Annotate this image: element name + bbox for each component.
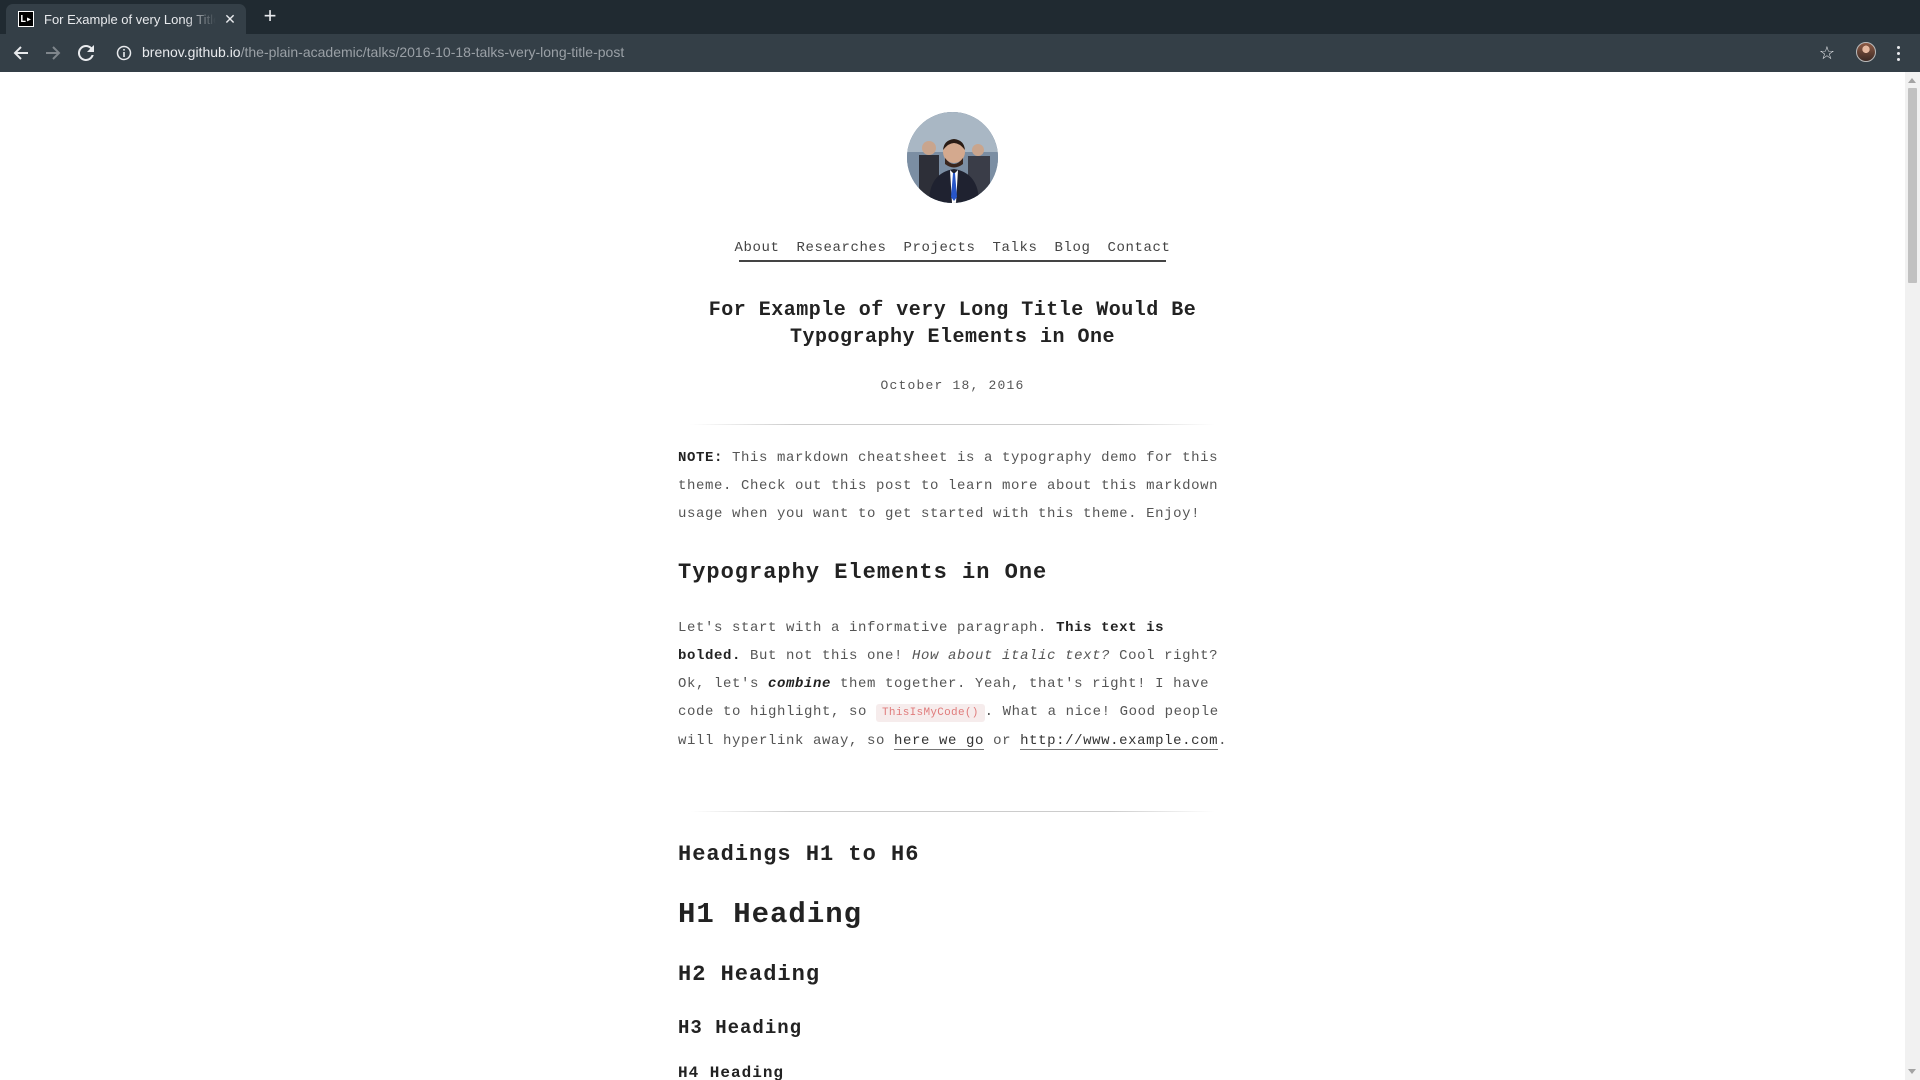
back-arrow-icon bbox=[13, 46, 28, 60]
nav-link-talks[interactable]: Talks bbox=[993, 240, 1038, 260]
p1-italic-text: How about italic text? bbox=[912, 648, 1111, 664]
p1-bold-italic-text: combine bbox=[768, 676, 832, 692]
link-here-we-go[interactable]: here we go bbox=[894, 733, 985, 750]
intro-paragraph: Let's start with a informative paragraph… bbox=[678, 614, 1228, 755]
h4-heading: H4 Heading bbox=[678, 1064, 785, 1080]
nav-link-researches[interactable]: Researches bbox=[796, 240, 886, 260]
profile-avatar[interactable] bbox=[1856, 42, 1876, 62]
h2-heading: H2 Heading bbox=[678, 962, 821, 987]
section-heading-typography: Typography Elements in One bbox=[678, 560, 1048, 585]
p1-text-a: Let's start with a informative paragraph… bbox=[678, 620, 1057, 636]
url-path: /the-plain-academic/talks/2016-10-18-tal… bbox=[240, 44, 625, 60]
close-tab-icon[interactable]: ✕ bbox=[222, 11, 238, 28]
back-button[interactable] bbox=[9, 41, 33, 65]
scrollbar-thumb[interactable] bbox=[1908, 88, 1917, 283]
scroll-down-icon[interactable] bbox=[1908, 1069, 1916, 1074]
nav-link-contact[interactable]: Contact bbox=[1108, 240, 1171, 260]
p1-text-f: or bbox=[984, 733, 1021, 749]
page-viewport: About Researches Projects Talks Blog Con… bbox=[0, 72, 1905, 1080]
reload-icon bbox=[78, 45, 94, 61]
nav-link-about[interactable]: About bbox=[734, 240, 779, 260]
h3-heading: H3 Heading bbox=[678, 1017, 803, 1039]
reload-button[interactable] bbox=[74, 41, 98, 65]
page-scrollbar[interactable] bbox=[1905, 72, 1920, 1080]
inline-code: ThisIsMyCode() bbox=[876, 704, 985, 722]
site-info-icon[interactable] bbox=[116, 45, 132, 61]
post-title: For Example of very Long Title Would Be … bbox=[680, 297, 1225, 351]
h1-heading: H1 Heading bbox=[678, 898, 863, 931]
address-bar[interactable]: brenov.github.io/the-plain-academic/talk… bbox=[142, 44, 624, 60]
author-avatar[interactable] bbox=[907, 112, 998, 203]
browser-tab[interactable]: L▸ For Example of very Long Title Would … bbox=[6, 4, 246, 34]
author-photo bbox=[907, 112, 998, 203]
note-paragraph: NOTE: This markdown cheatsheet is a typo… bbox=[678, 444, 1228, 528]
section-heading-headings: Headings H1 to H6 bbox=[678, 842, 920, 867]
post-date: October 18, 2016 bbox=[880, 378, 1025, 393]
p1-text-b: But not this one! bbox=[741, 648, 913, 664]
forward-arrow-icon bbox=[46, 46, 61, 60]
browser-toolbar: brenov.github.io/the-plain-academic/talk… bbox=[0, 34, 1920, 72]
scroll-up-icon[interactable] bbox=[1908, 78, 1916, 83]
site-favicon-icon: L▸ bbox=[18, 11, 34, 27]
nav-link-projects[interactable]: Projects bbox=[903, 240, 975, 260]
site-navigation: About Researches Projects Talks Blog Con… bbox=[734, 240, 1170, 262]
tab-title: For Example of very Long Title Would Be … bbox=[44, 11, 216, 27]
bookmark-star-icon[interactable]: ☆ bbox=[1815, 41, 1839, 65]
p1-text-g: . bbox=[1218, 733, 1228, 749]
note-label: NOTE: bbox=[678, 450, 724, 466]
forward-button[interactable] bbox=[41, 41, 65, 65]
post-title-line-2: Typography Elements in One bbox=[789, 326, 1116, 349]
tab-strip: L▸ For Example of very Long Title Would … bbox=[0, 0, 1920, 34]
note-text: This markdown cheatsheet is a typography… bbox=[678, 450, 1219, 522]
section-divider bbox=[690, 811, 1215, 812]
link-example-com[interactable]: http://www.example.com bbox=[1020, 733, 1219, 750]
browser-menu-icon[interactable] bbox=[1886, 41, 1910, 65]
title-divider bbox=[690, 424, 1215, 425]
url-host: brenov.github.io bbox=[142, 44, 241, 60]
nav-link-blog[interactable]: Blog bbox=[1055, 240, 1091, 260]
post-title-line-1: For Example of very Long Title Would Be bbox=[708, 299, 1197, 322]
new-tab-icon[interactable]: + bbox=[258, 5, 282, 29]
